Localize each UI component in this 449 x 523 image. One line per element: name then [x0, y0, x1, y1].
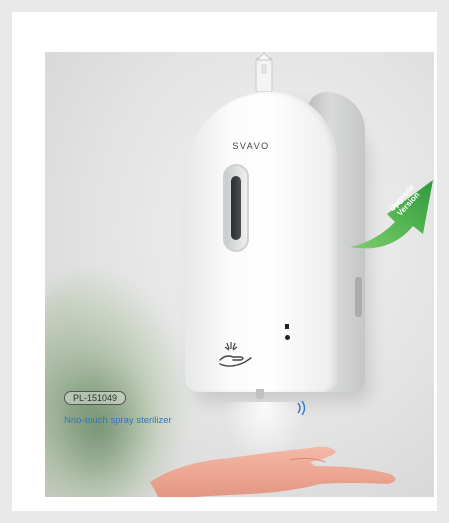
hand-spray-icon [219, 342, 252, 367]
product-caption: Nno-touch spray sterilizer [64, 415, 172, 426]
hand-image [150, 446, 396, 497]
hanging-hook-icon [255, 52, 273, 92]
dispenser-body [185, 92, 337, 392]
level-window [223, 164, 249, 252]
dispenser-side-slot [355, 277, 362, 317]
level-window-inner [231, 176, 241, 240]
image-frame: SVAVO PL-151049 Nno-touch spray steriliz… [12, 12, 437, 511]
brand-logo: SVAVO [232, 141, 270, 151]
sensor-wave-icon [297, 400, 306, 416]
model-badge: PL-151049 [64, 391, 127, 405]
spray-nozzle [256, 389, 264, 399]
sensor-indicator [285, 324, 289, 329]
sensor-dot [285, 335, 290, 340]
product-photo: SVAVO PL-151049 Nno-touch spray steriliz… [45, 52, 434, 497]
